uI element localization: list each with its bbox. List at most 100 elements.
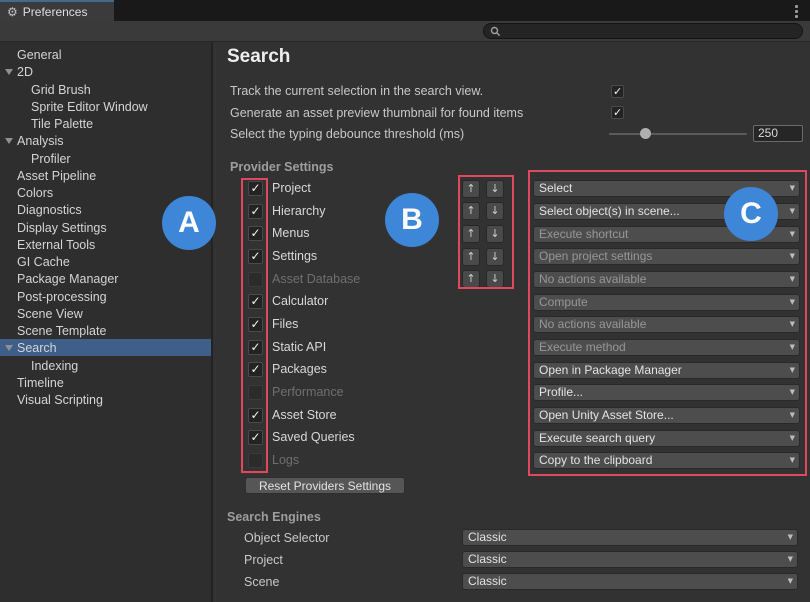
action-dropdown-calculator[interactable]: Compute▼ (533, 294, 800, 311)
provider-label: Packages (272, 362, 327, 377)
search-engines-title: Search Engines (227, 509, 321, 525)
provider-checkbox-performance[interactable] (248, 385, 263, 400)
titlebar: ⚙ Preferences (0, 0, 810, 21)
sidebar-item-package-manager[interactable]: Package Manager (0, 270, 211, 287)
sidebar-item-external-tools[interactable]: External Tools (0, 236, 211, 253)
action-dropdown-asset-store[interactable]: Open Unity Asset Store...▼ (533, 407, 800, 424)
sidebar-item-display-settings[interactable]: Display Settings (0, 219, 211, 236)
sidebar-item-sprite-editor-window[interactable]: Sprite Editor Window (0, 98, 211, 115)
debounce-slider[interactable] (609, 133, 747, 135)
chevron-down-icon: ▼ (790, 344, 795, 351)
action-dropdown-asset-database[interactable]: No actions available▼ (533, 271, 800, 288)
provider-checkbox-logs[interactable] (248, 453, 263, 468)
sidebar-item-visual-scripting[interactable]: Visual Scripting (0, 391, 211, 408)
move-down-button[interactable]: ↓ (486, 225, 504, 243)
provider-label: Asset Store (272, 408, 337, 423)
sidebar-item-search[interactable]: Search (0, 339, 211, 356)
chevron-down-icon: ▼ (788, 556, 793, 563)
toolbar (0, 21, 810, 42)
provider-label: Files (272, 317, 298, 332)
action-dropdown-logs[interactable]: Copy to the clipboard▼ (533, 452, 800, 469)
provider-settings-title: Provider Settings (230, 159, 334, 175)
engine-dropdown-object-selector[interactable]: Classic▼ (462, 529, 798, 546)
sidebar-item-scene-view[interactable]: Scene View (0, 305, 211, 322)
chevron-down-icon: ▼ (790, 253, 795, 260)
sidebar-item-colors[interactable]: Colors (0, 184, 211, 201)
preferences-window: ⚙ Preferences General 2D Grid Brush Spri… (0, 0, 810, 602)
engine-label-object-selector: Object Selector (244, 530, 329, 546)
sidebar-item-post-processing[interactable]: Post-processing (0, 288, 211, 305)
action-dropdown-settings[interactable]: Open project settings▼ (533, 248, 800, 265)
provider-label: Asset Database (272, 272, 360, 287)
chevron-down-icon: ▼ (790, 435, 795, 442)
foldout-arrow-icon[interactable] (5, 69, 13, 75)
provider-checkbox-files[interactable] (248, 317, 263, 332)
chevron-down-icon: ▼ (788, 534, 793, 541)
action-dropdown-packages[interactable]: Open in Package Manager▼ (533, 362, 800, 379)
search-input[interactable] (483, 23, 803, 39)
chevron-down-icon: ▼ (790, 231, 795, 238)
chevron-down-icon: ▼ (790, 208, 795, 215)
gear-icon: ⚙ (7, 6, 18, 18)
provider-label: Calculator (272, 294, 328, 309)
engine-dropdown-scene[interactable]: Classic▼ (462, 573, 798, 590)
sidebar-item-asset-pipeline[interactable]: Asset Pipeline (0, 167, 211, 184)
provider-checkbox-saved-queries[interactable] (248, 430, 263, 445)
provider-label: Logs (272, 453, 299, 468)
action-dropdown-hierarchy[interactable]: Select object(s) in scene...▼ (533, 203, 800, 220)
sidebar-item-profiler[interactable]: Profiler (0, 150, 211, 167)
foldout-arrow-icon[interactable] (5, 138, 13, 144)
track-selection-checkbox[interactable] (611, 85, 624, 98)
provider-checkbox-packages[interactable] (248, 362, 263, 377)
debounce-value-field[interactable]: 250 (753, 125, 803, 142)
sidebar-item-general[interactable]: General (0, 46, 211, 63)
action-dropdown-project[interactable]: Select▼ (533, 180, 800, 197)
foldout-arrow-icon[interactable] (5, 345, 13, 351)
sidebar-item-analysis[interactable]: Analysis (0, 132, 211, 149)
provider-label: Hierarchy (272, 204, 326, 219)
kebab-menu-icon[interactable] (795, 5, 798, 18)
move-up-button[interactable]: ↑ (462, 248, 480, 266)
preferences-tab[interactable]: ⚙ Preferences (0, 0, 114, 21)
provider-checkbox-asset-database[interactable] (248, 272, 263, 287)
sidebar-item-diagnostics[interactable]: Diagnostics (0, 201, 211, 218)
chevron-down-icon: ▼ (788, 578, 793, 585)
action-dropdown-saved-queries[interactable]: Execute search query▼ (533, 430, 800, 447)
asset-preview-checkbox[interactable] (611, 106, 624, 119)
sidebar-item-timeline[interactable]: Timeline (0, 374, 211, 391)
provider-checkbox-hierarchy[interactable] (248, 204, 263, 219)
provider-checkbox-calculator[interactable] (248, 294, 263, 309)
move-up-button[interactable]: ↑ (462, 270, 480, 288)
action-dropdown-files[interactable]: No actions available▼ (533, 316, 800, 333)
chevron-down-icon: ▼ (790, 276, 795, 283)
move-down-button[interactable]: ↓ (486, 270, 504, 288)
action-dropdown-menus[interactable]: Execute shortcut▼ (533, 226, 800, 243)
provider-checkbox-project[interactable] (248, 181, 263, 196)
provider-label: Project (272, 181, 311, 196)
provider-checkbox-asset-store[interactable] (248, 408, 263, 423)
chevron-down-icon: ▼ (790, 389, 795, 396)
move-up-button[interactable]: ↑ (462, 180, 480, 198)
move-up-button[interactable]: ↑ (462, 225, 480, 243)
engine-label-project: Project (244, 552, 283, 568)
sidebar-item-indexing[interactable]: Indexing (0, 357, 211, 374)
provider-label: Settings (272, 249, 317, 264)
sidebar-item-scene-template[interactable]: Scene Template (0, 322, 211, 339)
provider-checkbox-static-api[interactable] (248, 340, 263, 355)
debounce-slider-handle[interactable] (640, 128, 651, 139)
provider-checkbox-menus[interactable] (248, 226, 263, 241)
move-down-button[interactable]: ↓ (486, 180, 504, 198)
provider-checkbox-settings[interactable] (248, 249, 263, 264)
sidebar-item-gi-cache[interactable]: GI Cache (0, 253, 211, 270)
action-dropdown-static-api[interactable]: Execute method▼ (533, 339, 800, 356)
sidebar-item-grid-brush[interactable]: Grid Brush (0, 81, 211, 98)
move-down-button[interactable]: ↓ (486, 248, 504, 266)
chevron-down-icon: ▼ (790, 299, 795, 306)
engine-dropdown-project[interactable]: Classic▼ (462, 551, 798, 568)
sidebar-item-2d[interactable]: 2D (0, 63, 211, 80)
move-down-button[interactable]: ↓ (486, 202, 504, 220)
sidebar-item-tile-palette[interactable]: Tile Palette (0, 115, 211, 132)
reset-providers-button[interactable]: Reset Providers Settings (245, 477, 405, 494)
move-up-button[interactable]: ↑ (462, 202, 480, 220)
action-dropdown-performance[interactable]: Profile...▼ (533, 384, 800, 401)
